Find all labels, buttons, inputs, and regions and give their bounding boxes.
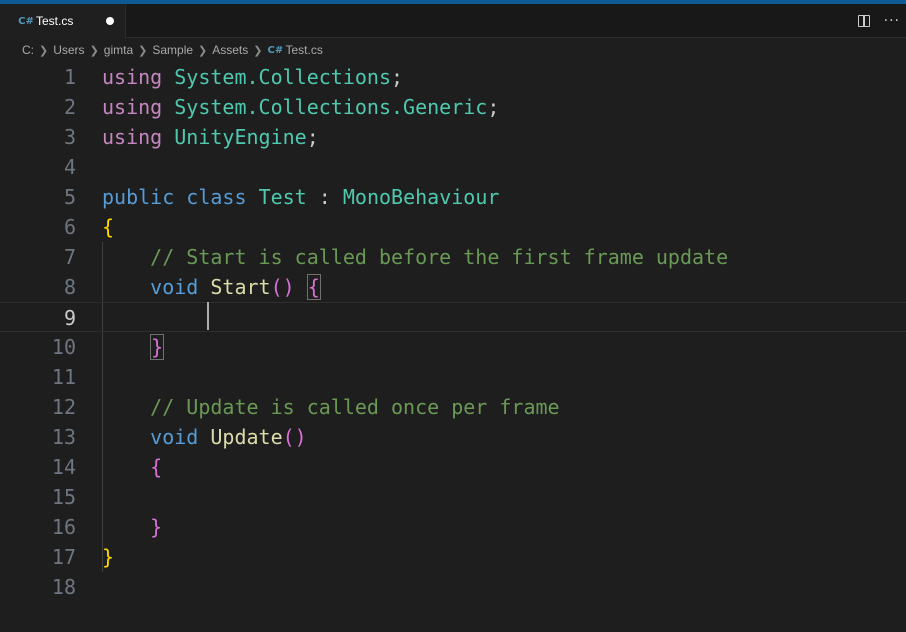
more-actions-icon[interactable]: ··· xyxy=(884,13,900,29)
tab-actions: ··· xyxy=(857,4,906,38)
breadcrumb-users[interactable]: Users xyxy=(53,43,84,57)
close-brace: } xyxy=(150,515,163,539)
line-number: 18 xyxy=(51,575,76,599)
line-number: 7 xyxy=(63,245,76,269)
code-line-1[interactable]: 1 using System.Collections; xyxy=(0,62,906,92)
code-line-5[interactable]: 5 public class Test : MonoBehaviour xyxy=(0,182,906,212)
keyword-void: void xyxy=(150,425,199,449)
breadcrumb-drive[interactable]: C: xyxy=(22,43,34,57)
tab-label: Test.cs xyxy=(36,14,74,28)
method-name: Update xyxy=(210,425,283,449)
line-number: 6 xyxy=(63,215,76,239)
base-class-name: MonoBehaviour xyxy=(342,185,500,209)
code-line-13[interactable]: 13 void Update() xyxy=(0,422,906,452)
namespace: System.Collections xyxy=(174,65,392,89)
open-brace: { xyxy=(150,455,163,479)
line-number: 10 xyxy=(51,335,76,359)
csharp-file-icon: C# xyxy=(18,15,34,27)
line-number: 12 xyxy=(51,395,76,419)
code-line-14[interactable]: 14 { xyxy=(0,452,906,482)
code-line-8[interactable]: 8 void Start() { xyxy=(0,272,906,302)
namespace: System.Collections.Generic xyxy=(174,95,488,119)
chevron-right-icon: ❯ xyxy=(39,44,49,57)
class-name: Test xyxy=(258,185,307,209)
method-name: Start xyxy=(210,275,271,299)
keyword-using: using xyxy=(102,65,163,89)
line-number: 5 xyxy=(63,185,76,209)
open-brace-matched: { xyxy=(306,274,321,300)
keyword-using: using xyxy=(102,125,163,149)
text-cursor xyxy=(207,302,209,330)
semicolon: ; xyxy=(306,125,319,149)
line-number: 17 xyxy=(51,545,76,569)
code-line-17[interactable]: 17 } xyxy=(0,542,906,572)
keyword-using: using xyxy=(102,95,163,119)
breadcrumb-gimta[interactable]: gimta xyxy=(104,43,133,57)
line-number: 16 xyxy=(51,515,76,539)
code-line-15[interactable]: 15 xyxy=(0,482,906,512)
code-line-11[interactable]: 11 xyxy=(0,362,906,392)
breadcrumb-file[interactable]: Test.cs xyxy=(285,43,322,57)
semicolon: ; xyxy=(487,95,500,119)
line-number: 1 xyxy=(63,65,76,89)
csharp-file-icon: C# xyxy=(267,44,284,56)
editor-tab-bar: C# Test.cs ··· xyxy=(0,4,906,38)
semicolon: ; xyxy=(391,65,404,89)
code-line-7[interactable]: 7 // Start is called before the first fr… xyxy=(0,242,906,272)
line-number: 2 xyxy=(63,95,76,119)
line-number: 11 xyxy=(51,365,76,389)
code-line-6[interactable]: 6 { xyxy=(0,212,906,242)
chevron-right-icon: ❯ xyxy=(138,44,148,57)
unsaved-dot-icon[interactable] xyxy=(106,17,114,25)
comment: // Start is called before the first fram… xyxy=(150,245,729,269)
close-brace-matched: } xyxy=(150,334,165,360)
breadcrumb-assets[interactable]: Assets xyxy=(212,43,248,57)
tab-test-cs[interactable]: C# Test.cs xyxy=(0,4,126,38)
line-number: 14 xyxy=(51,455,76,479)
close-brace: } xyxy=(102,545,115,569)
code-line-2[interactable]: 2 using System.Collections.Generic; xyxy=(0,92,906,122)
code-editor[interactable]: 1 using System.Collections; 2 using Syst… xyxy=(0,62,906,632)
namespace: UnityEngine xyxy=(174,125,307,149)
chevron-right-icon: ❯ xyxy=(198,44,208,57)
line-number: 8 xyxy=(63,275,76,299)
open-brace: { xyxy=(102,215,115,239)
code-line-3[interactable]: 3 using UnityEngine; xyxy=(0,122,906,152)
code-line-9[interactable]: 9 xyxy=(0,302,906,332)
split-editor-icon[interactable] xyxy=(857,15,870,27)
line-number: 13 xyxy=(51,425,76,449)
breadcrumb: C: ❯ Users ❯ gimta ❯ Sample ❯ Assets ❯ C… xyxy=(0,38,906,62)
breadcrumb-sample[interactable]: Sample xyxy=(152,43,193,57)
line-number-current: 9 xyxy=(63,306,76,330)
code-line-4[interactable]: 4 xyxy=(0,152,906,182)
line-number: 15 xyxy=(51,485,76,509)
line-number: 4 xyxy=(63,155,76,179)
parentheses: () xyxy=(270,275,295,299)
keyword-class: class xyxy=(186,185,247,209)
code-line-12[interactable]: 12 // Update is called once per frame xyxy=(0,392,906,422)
code-line-16[interactable]: 16 } xyxy=(0,512,906,542)
chevron-right-icon: ❯ xyxy=(89,44,99,57)
code-line-18[interactable]: 18 xyxy=(0,572,906,602)
comment: // Update is called once per frame xyxy=(150,395,560,419)
colon: : xyxy=(318,185,331,209)
keyword-public: public xyxy=(102,185,175,209)
keyword-void: void xyxy=(150,275,199,299)
chevron-right-icon: ❯ xyxy=(253,44,263,57)
code-line-10[interactable]: 10 } xyxy=(0,332,906,362)
parentheses: () xyxy=(282,425,307,449)
line-number: 3 xyxy=(63,125,76,149)
